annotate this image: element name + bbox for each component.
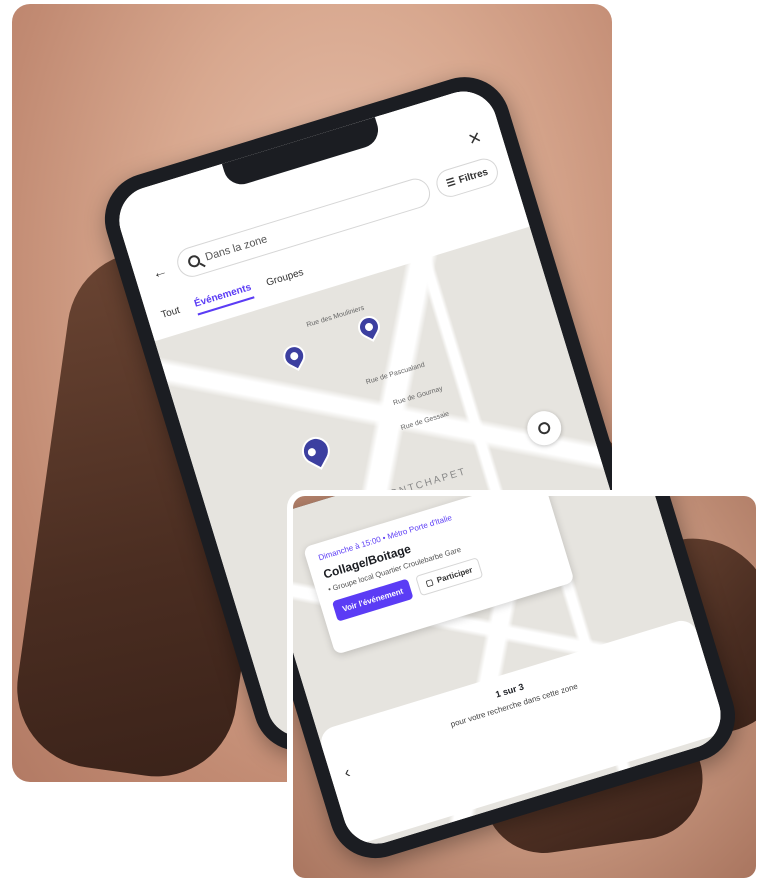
filters-label: Filtres [457, 166, 490, 186]
crosshair-icon [536, 420, 552, 436]
participate-label: Participer [435, 565, 474, 585]
back-arrow-icon[interactable]: ← [146, 258, 173, 285]
filters-button[interactable]: ☰ Filtres [432, 155, 502, 201]
tab-groupes[interactable]: Groupes [265, 267, 306, 293]
search-icon [186, 253, 202, 269]
filter-icon: ☰ [445, 176, 457, 190]
tab-tout[interactable]: Tout [160, 304, 182, 324]
inset-photo: Dimanche à 15:00 • Métro Porte d'Italie … [287, 490, 762, 884]
chevron-left-icon[interactable]: ‹ [342, 764, 352, 783]
search-placeholder: Dans la zone [203, 233, 269, 264]
close-icon[interactable]: ✕ [466, 127, 485, 150]
calendar-icon: ▢ [424, 577, 435, 589]
tab-evenements[interactable]: Événements [192, 281, 255, 315]
